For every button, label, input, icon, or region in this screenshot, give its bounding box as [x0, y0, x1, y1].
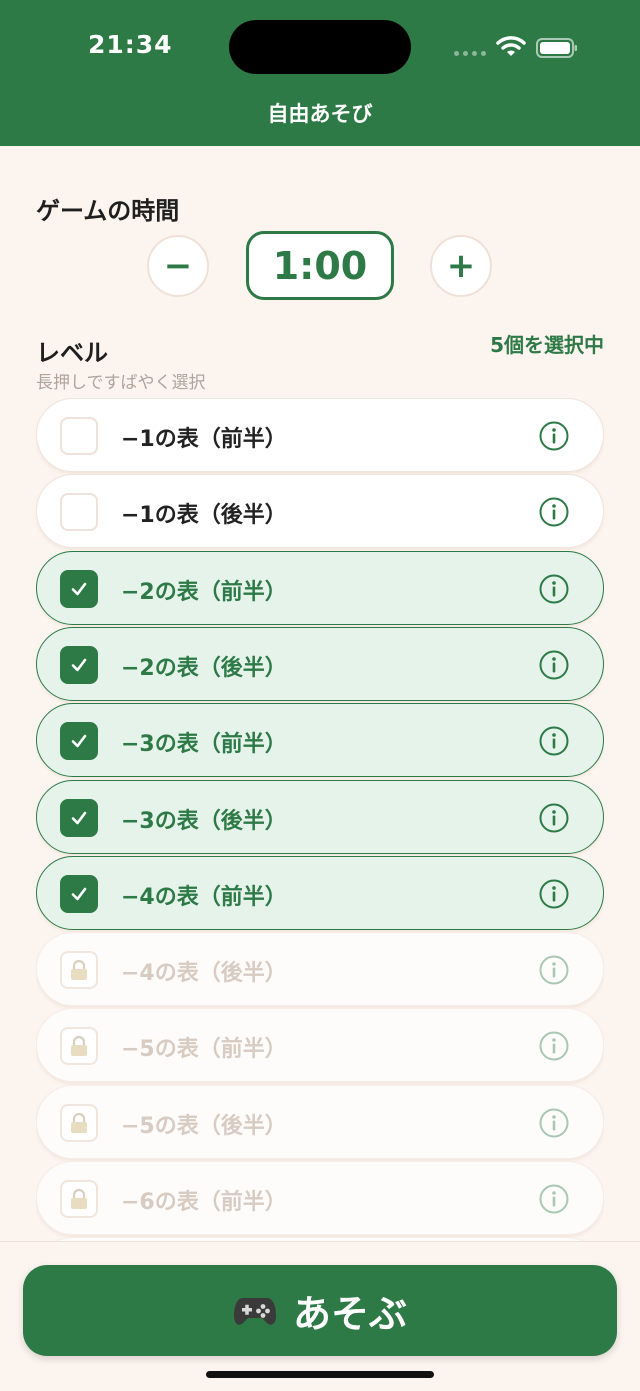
cellular-signal-icon — [454, 51, 486, 56]
checkbox-unchecked[interactable] — [60, 493, 98, 532]
info-icon[interactable] — [538, 878, 570, 910]
checkmark-icon — [71, 582, 87, 595]
level-label: −5の表（前半） — [121, 1037, 287, 1063]
info-icon[interactable] — [538, 649, 570, 681]
level-label: −3の表（前半） — [121, 732, 287, 758]
checkbox-checked[interactable] — [60, 569, 98, 608]
info-icon[interactable] — [538, 802, 570, 834]
checkbox-checked[interactable] — [60, 798, 98, 837]
decrease-time-button[interactable]: − — [147, 235, 209, 297]
info-icon[interactable] — [538, 420, 570, 452]
level-row[interactable]: −4の表（前半） — [36, 855, 604, 930]
lock-icon — [60, 951, 98, 990]
lock-icon — [60, 1027, 98, 1066]
level-label: −4の表（後半） — [121, 961, 287, 987]
increase-time-button[interactable]: + — [430, 235, 492, 297]
level-row[interactable]: −3の表（前半） — [36, 703, 604, 778]
level-label: −6の表（前半） — [121, 1190, 287, 1215]
info-icon[interactable] — [538, 1107, 570, 1139]
game-time-value: 1:00 — [246, 231, 394, 300]
app-header: 21:34 自由あそび — [0, 0, 640, 146]
level-row: −6の表（前半） — [36, 1161, 604, 1235]
checkmark-icon — [71, 887, 87, 901]
lock-icon — [60, 1103, 98, 1142]
wifi-icon — [496, 36, 526, 56]
level-label: −4の表（前半） — [121, 884, 287, 910]
gamepad-icon — [233, 1297, 276, 1325]
status-time: 21:34 — [88, 30, 173, 59]
level-label: −2の表（後半） — [121, 655, 287, 681]
level-row[interactable]: −2の表（後半） — [36, 626, 604, 701]
checkbox-checked[interactable] — [60, 645, 98, 684]
checkbox-checked[interactable] — [60, 874, 98, 913]
level-hint: 長押しですばやく選択 — [36, 373, 206, 393]
level-label: −1の表（後半） — [121, 503, 287, 529]
dynamic-island — [229, 20, 411, 74]
checkmark-icon — [71, 734, 87, 748]
checkbox-checked[interactable] — [60, 722, 98, 761]
level-row[interactable]: −3の表（後半） — [36, 779, 604, 854]
play-button[interactable]: あそぶ — [23, 1265, 617, 1356]
level-row[interactable]: −1の表（後半） — [36, 474, 604, 549]
play-button-label: あそぶ — [292, 1292, 407, 1336]
info-icon[interactable] — [538, 573, 570, 605]
info-icon[interactable] — [538, 1183, 570, 1215]
level-row: −5の表（後半） — [36, 1084, 604, 1159]
info-icon[interactable] — [538, 1030, 570, 1062]
level-label: −1の表（前半） — [121, 427, 287, 452]
game-time-title: ゲームの時間 — [36, 197, 180, 225]
selected-count: 5個を選択中 — [490, 333, 604, 357]
battery-icon — [536, 38, 577, 58]
level-row: −4の表（後半） — [36, 932, 604, 1007]
home-indicator — [206, 1371, 434, 1378]
level-label: −3の表（後半） — [121, 808, 287, 834]
level-row[interactable]: −1の表（前半） — [36, 398, 604, 472]
checkmark-icon — [71, 811, 87, 824]
level-list[interactable]: −1の表（前半） −1の表（後半） −2の表（前半） −2の表（後半） −3の表（前半）… — [36, 398, 604, 1241]
checkmark-icon — [71, 658, 87, 672]
level-label: −5の表（後半） — [121, 1113, 287, 1139]
info-icon[interactable] — [538, 725, 570, 757]
lock-icon — [60, 1180, 98, 1218]
info-icon[interactable] — [538, 496, 570, 528]
info-icon[interactable] — [538, 954, 570, 986]
level-row[interactable]: −2の表（前半） — [36, 550, 604, 625]
level-section-title: レベル — [36, 339, 108, 367]
level-row: −5の表（前半） — [36, 1008, 604, 1083]
checkbox-unchecked[interactable] — [60, 417, 98, 455]
level-label: −2の表（前半） — [121, 579, 287, 605]
nav-title: 自由あそび — [267, 102, 373, 126]
